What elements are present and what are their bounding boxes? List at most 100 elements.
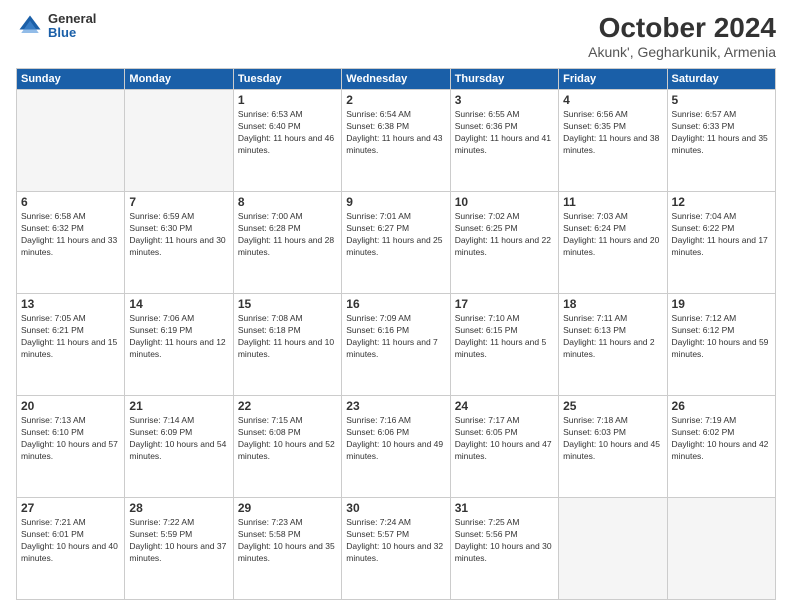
logo-general: General: [48, 12, 96, 26]
day-number: 17: [455, 297, 554, 311]
day-number: 27: [21, 501, 120, 515]
day-info: Sunrise: 7:11 AM Sunset: 6:13 PM Dayligh…: [563, 313, 662, 361]
day-number: 23: [346, 399, 445, 413]
day-number: 22: [238, 399, 337, 413]
day-info: Sunrise: 7:03 AM Sunset: 6:24 PM Dayligh…: [563, 211, 662, 259]
day-info: Sunrise: 7:23 AM Sunset: 5:58 PM Dayligh…: [238, 517, 337, 565]
weekday-header: Saturday: [667, 69, 775, 90]
day-number: 21: [129, 399, 228, 413]
header: General Blue October 2024 Akunk', Geghar…: [16, 12, 776, 60]
day-info: Sunrise: 7:19 AM Sunset: 6:02 PM Dayligh…: [672, 415, 771, 463]
calendar-cell: [559, 498, 667, 600]
day-info: Sunrise: 7:17 AM Sunset: 6:05 PM Dayligh…: [455, 415, 554, 463]
calendar-cell: [667, 498, 775, 600]
day-info: Sunrise: 7:08 AM Sunset: 6:18 PM Dayligh…: [238, 313, 337, 361]
day-number: 18: [563, 297, 662, 311]
day-number: 14: [129, 297, 228, 311]
weekday-header: Thursday: [450, 69, 558, 90]
calendar-cell: 21 Sunrise: 7:14 AM Sunset: 6:09 PM Dayl…: [125, 396, 233, 498]
day-number: 1: [238, 93, 337, 107]
day-number: 19: [672, 297, 771, 311]
day-number: 5: [672, 93, 771, 107]
calendar-cell: 2 Sunrise: 6:54 AM Sunset: 6:38 PM Dayli…: [342, 90, 450, 192]
weekday-header: Tuesday: [233, 69, 341, 90]
day-info: Sunrise: 6:54 AM Sunset: 6:38 PM Dayligh…: [346, 109, 445, 157]
day-number: 12: [672, 195, 771, 209]
logo-blue: Blue: [48, 26, 96, 40]
calendar-cell: 28 Sunrise: 7:22 AM Sunset: 5:59 PM Dayl…: [125, 498, 233, 600]
day-info: Sunrise: 7:00 AM Sunset: 6:28 PM Dayligh…: [238, 211, 337, 259]
calendar-cell: 17 Sunrise: 7:10 AM Sunset: 6:15 PM Dayl…: [450, 294, 558, 396]
day-number: 6: [21, 195, 120, 209]
day-number: 2: [346, 93, 445, 107]
calendar-cell: 5 Sunrise: 6:57 AM Sunset: 6:33 PM Dayli…: [667, 90, 775, 192]
day-info: Sunrise: 6:53 AM Sunset: 6:40 PM Dayligh…: [238, 109, 337, 157]
calendar-cell: 4 Sunrise: 6:56 AM Sunset: 6:35 PM Dayli…: [559, 90, 667, 192]
day-number: 29: [238, 501, 337, 515]
calendar-cell: 7 Sunrise: 6:59 AM Sunset: 6:30 PM Dayli…: [125, 192, 233, 294]
calendar-cell: 15 Sunrise: 7:08 AM Sunset: 6:18 PM Dayl…: [233, 294, 341, 396]
day-number: 10: [455, 195, 554, 209]
calendar-cell: 18 Sunrise: 7:11 AM Sunset: 6:13 PM Dayl…: [559, 294, 667, 396]
day-number: 9: [346, 195, 445, 209]
day-info: Sunrise: 7:02 AM Sunset: 6:25 PM Dayligh…: [455, 211, 554, 259]
calendar-cell: 26 Sunrise: 7:19 AM Sunset: 6:02 PM Dayl…: [667, 396, 775, 498]
calendar-cell: 25 Sunrise: 7:18 AM Sunset: 6:03 PM Dayl…: [559, 396, 667, 498]
day-number: 30: [346, 501, 445, 515]
calendar-cell: 6 Sunrise: 6:58 AM Sunset: 6:32 PM Dayli…: [17, 192, 125, 294]
day-info: Sunrise: 7:21 AM Sunset: 6:01 PM Dayligh…: [21, 517, 120, 565]
calendar-cell: 30 Sunrise: 7:24 AM Sunset: 5:57 PM Dayl…: [342, 498, 450, 600]
day-info: Sunrise: 7:18 AM Sunset: 6:03 PM Dayligh…: [563, 415, 662, 463]
page: General Blue October 2024 Akunk', Geghar…: [0, 0, 792, 612]
day-number: 3: [455, 93, 554, 107]
calendar-cell: 31 Sunrise: 7:25 AM Sunset: 5:56 PM Dayl…: [450, 498, 558, 600]
calendar-cell: [125, 90, 233, 192]
calendar-cell: 3 Sunrise: 6:55 AM Sunset: 6:36 PM Dayli…: [450, 90, 558, 192]
day-number: 11: [563, 195, 662, 209]
calendar-cell: 9 Sunrise: 7:01 AM Sunset: 6:27 PM Dayli…: [342, 192, 450, 294]
day-number: 24: [455, 399, 554, 413]
day-number: 20: [21, 399, 120, 413]
day-info: Sunrise: 7:24 AM Sunset: 5:57 PM Dayligh…: [346, 517, 445, 565]
calendar-cell: 12 Sunrise: 7:04 AM Sunset: 6:22 PM Dayl…: [667, 192, 775, 294]
calendar-cell: 23 Sunrise: 7:16 AM Sunset: 6:06 PM Dayl…: [342, 396, 450, 498]
day-info: Sunrise: 6:56 AM Sunset: 6:35 PM Dayligh…: [563, 109, 662, 157]
month-title: October 2024: [588, 12, 776, 44]
day-number: 26: [672, 399, 771, 413]
day-info: Sunrise: 6:58 AM Sunset: 6:32 PM Dayligh…: [21, 211, 120, 259]
calendar-cell: 20 Sunrise: 7:13 AM Sunset: 6:10 PM Dayl…: [17, 396, 125, 498]
day-number: 15: [238, 297, 337, 311]
day-info: Sunrise: 7:15 AM Sunset: 6:08 PM Dayligh…: [238, 415, 337, 463]
calendar-cell: 10 Sunrise: 7:02 AM Sunset: 6:25 PM Dayl…: [450, 192, 558, 294]
calendar-cell: 29 Sunrise: 7:23 AM Sunset: 5:58 PM Dayl…: [233, 498, 341, 600]
day-info: Sunrise: 6:59 AM Sunset: 6:30 PM Dayligh…: [129, 211, 228, 259]
calendar-cell: 8 Sunrise: 7:00 AM Sunset: 6:28 PM Dayli…: [233, 192, 341, 294]
weekday-header: Friday: [559, 69, 667, 90]
calendar-cell: 11 Sunrise: 7:03 AM Sunset: 6:24 PM Dayl…: [559, 192, 667, 294]
calendar-cell: 14 Sunrise: 7:06 AM Sunset: 6:19 PM Dayl…: [125, 294, 233, 396]
day-number: 4: [563, 93, 662, 107]
weekday-header: Monday: [125, 69, 233, 90]
calendar-cell: 19 Sunrise: 7:12 AM Sunset: 6:12 PM Dayl…: [667, 294, 775, 396]
day-number: 7: [129, 195, 228, 209]
day-info: Sunrise: 6:55 AM Sunset: 6:36 PM Dayligh…: [455, 109, 554, 157]
location-subtitle: Akunk', Gegharkunik, Armenia: [588, 44, 776, 60]
weekday-header: Sunday: [17, 69, 125, 90]
day-info: Sunrise: 7:25 AM Sunset: 5:56 PM Dayligh…: [455, 517, 554, 565]
day-info: Sunrise: 7:09 AM Sunset: 6:16 PM Dayligh…: [346, 313, 445, 361]
day-number: 8: [238, 195, 337, 209]
day-info: Sunrise: 7:22 AM Sunset: 5:59 PM Dayligh…: [129, 517, 228, 565]
day-number: 28: [129, 501, 228, 515]
day-info: Sunrise: 7:05 AM Sunset: 6:21 PM Dayligh…: [21, 313, 120, 361]
day-info: Sunrise: 7:14 AM Sunset: 6:09 PM Dayligh…: [129, 415, 228, 463]
logo-icon: [16, 12, 44, 40]
calendar-cell: 16 Sunrise: 7:09 AM Sunset: 6:16 PM Dayl…: [342, 294, 450, 396]
logo: General Blue: [16, 12, 96, 41]
day-number: 16: [346, 297, 445, 311]
logo-text: General Blue: [48, 12, 96, 41]
weekday-header: Wednesday: [342, 69, 450, 90]
calendar-cell: 13 Sunrise: 7:05 AM Sunset: 6:21 PM Dayl…: [17, 294, 125, 396]
day-number: 13: [21, 297, 120, 311]
day-info: Sunrise: 7:01 AM Sunset: 6:27 PM Dayligh…: [346, 211, 445, 259]
day-info: Sunrise: 7:04 AM Sunset: 6:22 PM Dayligh…: [672, 211, 771, 259]
